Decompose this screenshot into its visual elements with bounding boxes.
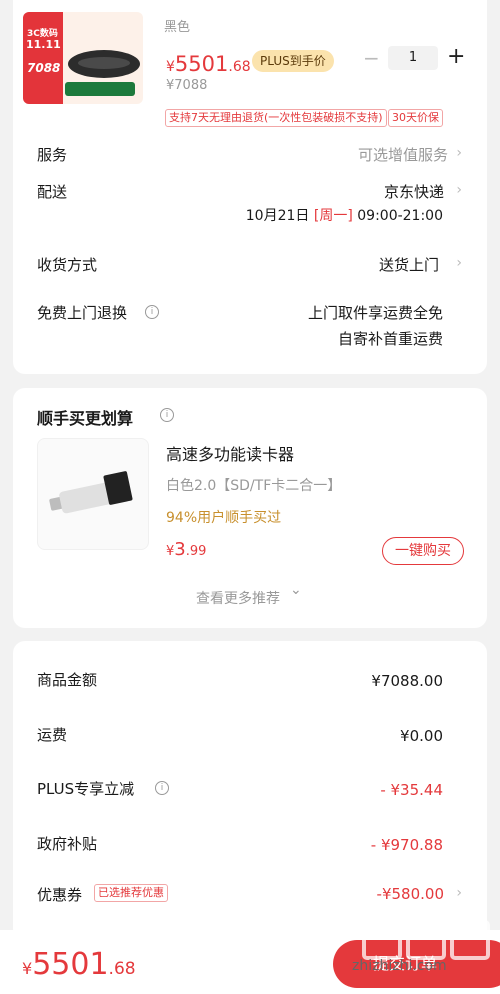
router-image: [68, 50, 140, 78]
free-return-value-1: 上门取件享运费全免: [307, 304, 443, 322]
product-thumbnail[interactable]: 3C数码 11.11 7088: [23, 12, 143, 104]
addon-price-integer: 3: [174, 539, 186, 560]
plus-discount-label: PLUS专享立减: [37, 780, 135, 798]
return-policy-tag: 支持7天无理由退货(一次性包装破损不支持): [165, 109, 387, 127]
addon-name[interactable]: 高速多功能读卡器: [166, 441, 294, 465]
price-decimal: .68: [228, 59, 251, 75]
coupon-selected-tag: 已选推荐优惠: [94, 884, 168, 902]
receive-method-value: 送货上门: [378, 256, 439, 274]
watermark-logo: [362, 920, 490, 960]
delivery-date: 10月21日: [245, 208, 310, 224]
info-icon[interactable]: i: [155, 781, 169, 795]
addon-stat: 94%用户顺手买过: [166, 510, 282, 526]
total-price-integer: 5501: [32, 947, 109, 982]
watermark-text: zhizhizhi.com: [352, 958, 447, 974]
product-price: ¥5501.68: [166, 52, 251, 76]
total-price-symbol: ¥: [22, 959, 33, 978]
service-label: 服务: [37, 146, 68, 164]
product-variant: 黑色: [164, 20, 191, 35]
delivery-time-range: 09:00-21:00: [357, 208, 443, 224]
sd-card-shape: [103, 470, 133, 506]
free-return-label: 免费上门退换: [37, 304, 128, 322]
freight-label: 运费: [37, 726, 68, 744]
quantity-increase-button[interactable]: +: [447, 44, 465, 69]
service-value: 可选增值服务: [357, 146, 448, 164]
delivery-value: 京东快递: [383, 183, 444, 201]
freight-value: ¥0.00: [400, 727, 443, 745]
total-price-decimal: .68: [108, 959, 136, 979]
gov-subsidy-label: 政府补贴: [37, 835, 98, 853]
plus-discount-value: - ¥35.44: [380, 781, 443, 799]
chevron-right-icon: ›: [456, 145, 462, 161]
price-integer: 5501: [174, 52, 229, 76]
info-icon[interactable]: i: [160, 408, 174, 422]
chevron-right-icon: ›: [456, 885, 462, 901]
plus-price-badge: PLUS到手价: [252, 50, 334, 72]
quantity-input[interactable]: 1: [388, 46, 438, 70]
thumbnail-promo-strip: [65, 82, 135, 96]
info-icon[interactable]: i: [145, 305, 159, 319]
addon-title: 顺手买更划算: [37, 409, 134, 428]
addon-price: ¥3.99: [166, 539, 206, 560]
thumbnail-badge-date: 11.11: [26, 38, 61, 51]
addon-price-decimal: .99: [185, 544, 207, 559]
receive-method-label: 收货方式: [37, 256, 98, 274]
goods-amount-value: ¥7088.00: [371, 672, 443, 690]
delivery-time: 10月21日 [周一] 09:00-21:00: [246, 205, 443, 225]
total-price: ¥5501.68: [22, 947, 136, 982]
one-click-buy-button[interactable]: 一键购买: [382, 537, 464, 565]
delivery-weekday: [周一]: [313, 208, 353, 224]
more-recommendations-label: 查看更多推荐: [196, 591, 280, 607]
addon-spec: 白色2.0【SD/TF卡二合一】: [166, 478, 342, 494]
free-return-value-2: 自寄补首重运费: [337, 330, 443, 348]
price-symbol: ¥: [166, 59, 175, 75]
chevron-down-icon: ⌄: [290, 582, 302, 598]
quantity-decrease-button[interactable]: −: [363, 46, 380, 70]
thumbnail-price: 7088: [27, 61, 61, 75]
delivery-label: 配送: [37, 183, 68, 201]
chevron-right-icon: ›: [456, 182, 462, 198]
coupon-label: 优惠券: [37, 886, 83, 904]
gov-subsidy-value: - ¥970.88: [370, 836, 443, 854]
addon-product-image[interactable]: [37, 438, 149, 550]
coupon-value: -¥580.00: [376, 885, 444, 903]
goods-amount-label: 商品金额: [37, 671, 98, 689]
chevron-right-icon: ›: [456, 255, 462, 271]
original-price: ¥7088: [166, 78, 208, 93]
price-protect-tag: 30天价保: [388, 109, 443, 127]
